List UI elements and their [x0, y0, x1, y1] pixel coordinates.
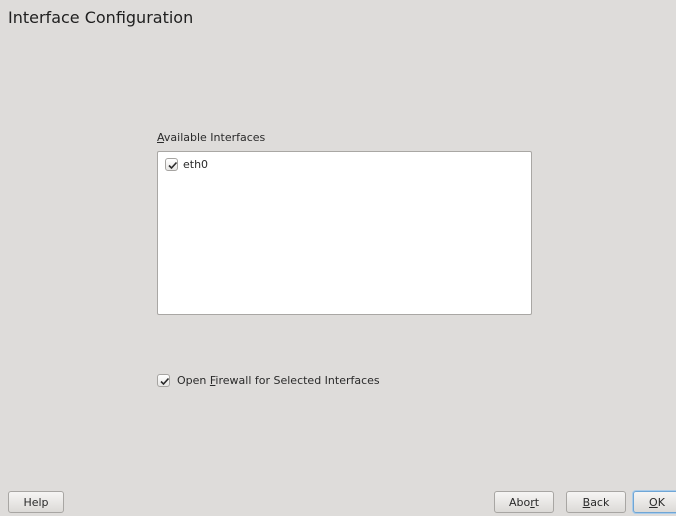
help-button[interactable]: Help: [8, 491, 64, 513]
abort-pre: Abo: [508, 495, 531, 509]
list-item[interactable]: eth0: [165, 158, 208, 171]
interfaces-listbox[interactable]: eth0: [157, 151, 532, 315]
abort-button[interactable]: Abo r t: [494, 491, 554, 513]
interface-name: eth0: [183, 158, 209, 171]
available-interfaces-label: Available Interfaces: [157, 131, 265, 144]
ok-mnemonic: O: [649, 495, 658, 509]
checkmark-icon: [160, 377, 170, 386]
back-post: ack: [590, 495, 610, 509]
back-mnemonic: B: [582, 495, 591, 509]
label-rest: vailable Interfaces: [163, 131, 266, 144]
open-firewall-checkbox[interactable]: [157, 374, 170, 387]
abort-post: t: [534, 495, 540, 509]
checkmark-icon: [168, 161, 178, 170]
page-title: Interface Configuration: [8, 8, 194, 27]
fw-label-post: irewall for Selected Interfaces: [215, 374, 380, 387]
ok-post: K: [657, 495, 665, 509]
firewall-option[interactable]: Open Firewall for Selected Interfaces: [157, 374, 380, 387]
eth0-checkbox[interactable]: [165, 158, 178, 171]
fw-label-pre: Open: [177, 374, 210, 387]
open-firewall-label: Open Firewall for Selected Interfaces: [177, 374, 380, 387]
back-button[interactable]: Back: [566, 491, 626, 513]
label-mnemonic: A: [157, 131, 164, 144]
ok-button[interactable]: OK: [633, 491, 676, 513]
